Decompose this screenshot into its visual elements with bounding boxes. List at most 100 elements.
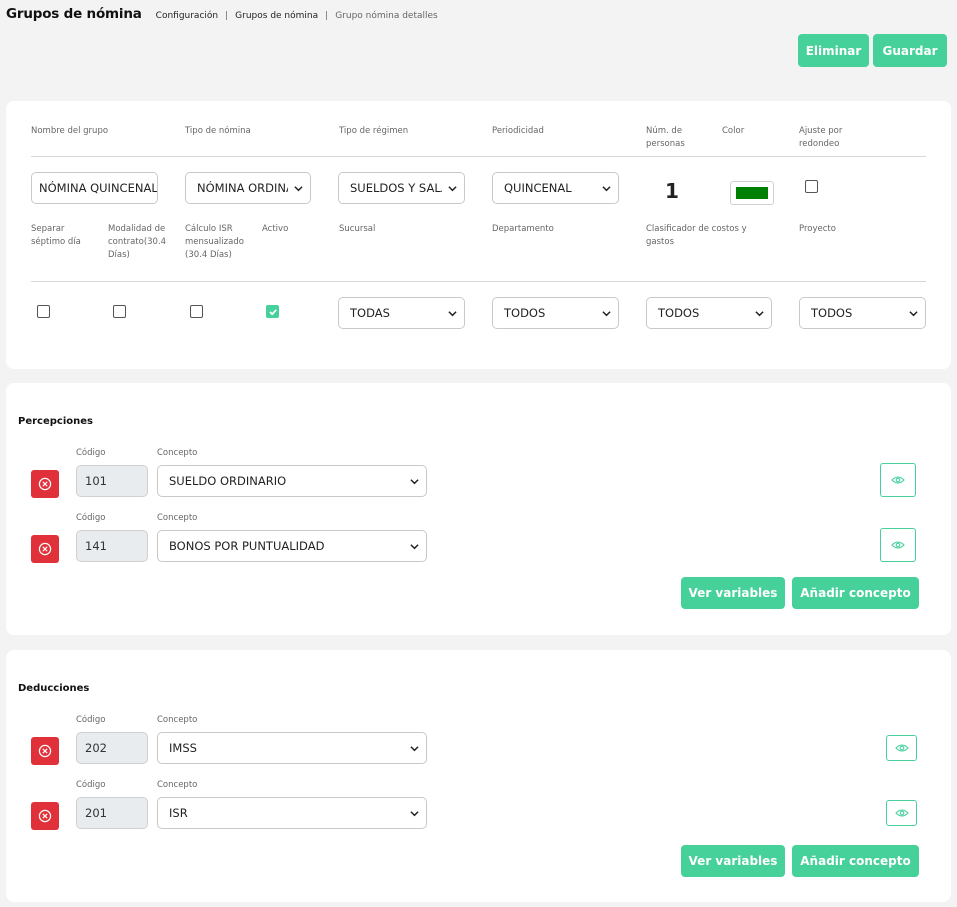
codigo-field: 202 xyxy=(76,732,148,764)
concepto-label: Concepto xyxy=(157,513,198,523)
label-septimo: Separar séptimo día xyxy=(31,224,81,247)
chevron-down-icon xyxy=(448,184,457,193)
tipo-nomina-value: NÓMINA ORDINARIA xyxy=(197,181,288,195)
proyecto-select[interactable]: TODOS xyxy=(799,297,926,329)
delete-button[interactable]: Eliminar xyxy=(798,34,869,67)
eye-icon xyxy=(894,744,909,752)
page-title: Grupos de nómina xyxy=(6,6,142,22)
codigo-label: Código xyxy=(76,715,106,725)
breadcrumb-detalles: Grupo nómina detalles xyxy=(335,11,438,21)
concepto-select[interactable]: SUELDO ORDINARIO xyxy=(157,465,427,497)
label-activo: Activo xyxy=(262,224,289,234)
concepto-label: Concepto xyxy=(157,448,198,458)
x-circle-icon xyxy=(38,542,52,556)
calculo-isr-checkbox[interactable] xyxy=(190,305,203,318)
remove-deduccion-button[interactable] xyxy=(31,802,59,830)
modalidad-contrato-checkbox[interactable] xyxy=(113,305,126,318)
breadcrumb-configuracion[interactable]: Configuración xyxy=(156,11,218,21)
ver-variables-button[interactable]: Ver variables xyxy=(681,845,785,877)
label-departamento: Departamento xyxy=(492,224,554,234)
label-tipo-regimen: Tipo de régimen xyxy=(339,126,409,136)
add-concepto-button[interactable]: Añadir concepto xyxy=(792,845,919,877)
percepciones-title: Percepciones xyxy=(18,416,93,427)
sucursal-select[interactable]: TODAS xyxy=(338,297,465,329)
concepto-select[interactable]: ISR xyxy=(157,797,427,829)
periodicidad-value: QUINCENAL xyxy=(504,181,572,195)
eye-icon xyxy=(894,809,909,817)
concepto-label: Concepto xyxy=(157,780,198,790)
label-tipo-nomina: Tipo de nómina xyxy=(185,126,251,136)
chevron-down-icon xyxy=(410,809,419,818)
deducciones-title: Deducciones xyxy=(18,683,90,694)
separar-septimo-checkbox[interactable] xyxy=(37,305,50,318)
label-isr: Cálculo ISR mensualizado (30.4 Días) xyxy=(185,224,244,260)
periodicidad-select[interactable]: QUINCENAL xyxy=(492,172,619,204)
tipo-regimen-select[interactable]: SUELDOS Y SALARIOS xyxy=(338,172,465,204)
clasificador-value: TODOS xyxy=(658,306,700,320)
page-header: Grupos de nómina Configuración | Grupos … xyxy=(6,6,438,26)
codigo-field: 101 xyxy=(76,465,148,497)
codigo-label: Código xyxy=(76,780,106,790)
proyecto-value: TODOS xyxy=(811,306,853,320)
codigo-field: 141 xyxy=(76,530,148,562)
add-concepto-button[interactable]: Añadir concepto xyxy=(792,577,919,609)
remove-percepcion-button[interactable] xyxy=(31,470,59,498)
chevron-down-icon xyxy=(602,184,611,193)
codigo-label: Código xyxy=(76,513,106,523)
concepto-value: SUELDO ORDINARIO xyxy=(169,474,287,488)
activo-checkbox[interactable] xyxy=(266,305,279,318)
label-nombre: Nombre del grupo xyxy=(31,126,109,136)
view-concepto-button[interactable] xyxy=(886,735,917,761)
concepto-value: ISR xyxy=(169,806,188,820)
ver-variables-button[interactable]: Ver variables xyxy=(681,577,785,609)
chevron-down-icon xyxy=(410,744,419,753)
color-picker[interactable] xyxy=(730,181,774,205)
chevron-down-icon xyxy=(410,542,419,551)
x-circle-icon xyxy=(38,477,52,491)
chevron-down-icon xyxy=(602,309,611,318)
tipo-nomina-select[interactable]: NÓMINA ORDINARIA xyxy=(185,172,311,204)
label-sucursal: Sucursal xyxy=(339,224,376,234)
departamento-select[interactable]: TODOS xyxy=(492,297,619,329)
codigo-field: 201 xyxy=(76,797,148,829)
remove-percepcion-button[interactable] xyxy=(31,535,59,563)
clasificador-select[interactable]: TODOS xyxy=(646,297,772,329)
percepciones-card: Percepciones Código Concepto 101 SUELDO … xyxy=(6,383,951,635)
concepto-label: Concepto xyxy=(157,715,198,725)
view-concepto-button[interactable] xyxy=(886,800,917,826)
breadcrumb-grupos[interactable]: Grupos de nómina xyxy=(235,11,318,21)
ajuste-redondeo-checkbox[interactable] xyxy=(805,180,818,193)
save-button[interactable]: Guardar xyxy=(873,34,947,67)
concepto-select[interactable]: BONOS POR PUNTUALIDAD xyxy=(157,530,427,562)
chevron-down-icon xyxy=(294,184,303,193)
chevron-down-icon xyxy=(448,309,457,318)
deducciones-card: Deducciones Código Concepto 202 IMSS Cód… xyxy=(6,650,951,902)
concepto-value: IMSS xyxy=(169,741,197,755)
nombre-grupo-input[interactable]: NÓMINA QUINCENAL xyxy=(31,172,158,204)
label-color: Color xyxy=(722,126,745,136)
sucursal-value: TODAS xyxy=(350,306,390,320)
x-circle-icon xyxy=(38,809,52,823)
check-icon xyxy=(269,309,277,316)
divider xyxy=(31,156,926,157)
chevron-down-icon xyxy=(755,309,764,318)
label-proyecto: Proyecto xyxy=(799,224,836,234)
remove-deduccion-button[interactable] xyxy=(31,737,59,765)
view-concepto-button[interactable] xyxy=(880,528,916,562)
breadcrumb-separator: | xyxy=(225,11,229,21)
x-circle-icon xyxy=(38,744,52,758)
view-concepto-button[interactable] xyxy=(880,463,916,497)
chevron-down-icon xyxy=(410,477,419,486)
tipo-regimen-value: SUELDOS Y SALARIOS xyxy=(350,181,442,195)
codigo-label: Código xyxy=(76,448,106,458)
concepto-select[interactable]: IMSS xyxy=(157,732,427,764)
group-details-card: Nombre del grupo Tipo de nómina Tipo de … xyxy=(6,101,951,369)
chevron-down-icon xyxy=(909,309,918,318)
departamento-value: TODOS xyxy=(504,306,546,320)
concepto-value: BONOS POR PUNTUALIDAD xyxy=(169,539,325,553)
label-num-personas: Núm. de personas xyxy=(646,126,685,149)
label-periodicidad: Periodicidad xyxy=(492,126,544,136)
eye-icon xyxy=(891,541,905,549)
eye-icon xyxy=(891,476,905,484)
num-personas-value: 1 xyxy=(665,179,679,203)
